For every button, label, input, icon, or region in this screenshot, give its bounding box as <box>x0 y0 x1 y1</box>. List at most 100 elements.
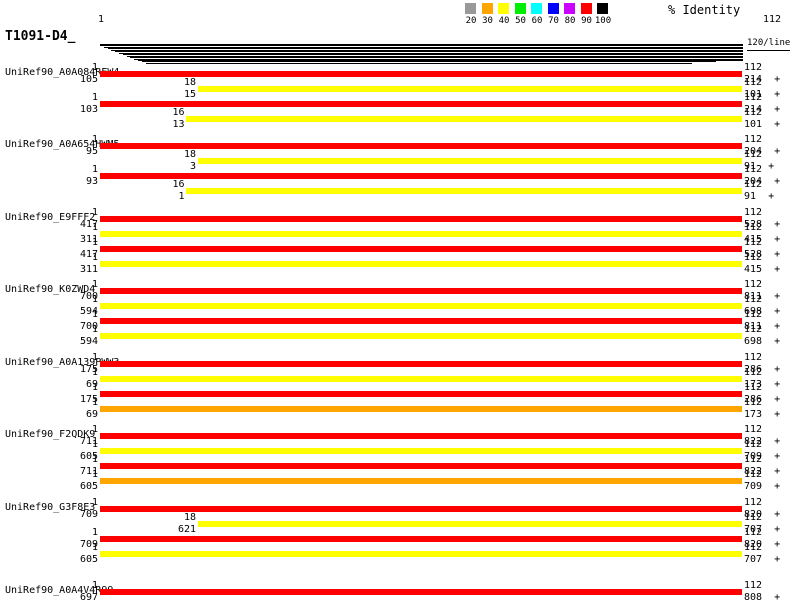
query-start-label: 1 <box>91 382 98 393</box>
query-end-label: 112 <box>744 164 763 175</box>
hit-start-label: 621 <box>177 524 197 535</box>
alignment-bar[interactable] <box>100 303 742 309</box>
legend-swatch-100 <box>597 3 608 14</box>
query-start-label: 1 <box>91 222 98 233</box>
hit-end-label: 101 + <box>744 119 781 130</box>
query-start-label: 1 <box>91 439 98 450</box>
hit-end-label: 698 + <box>744 336 781 347</box>
query-start-label: 1 <box>91 454 98 465</box>
hit-end-label: 707 + <box>744 554 781 565</box>
hit-start-label: 13 <box>172 119 185 130</box>
legend-swatch-80 <box>564 3 575 14</box>
query-start-label: 1 <box>91 497 98 508</box>
legend-swatch-30 <box>481 3 493 14</box>
query-start-label: 1 <box>91 309 98 320</box>
alignment-bar[interactable] <box>100 288 742 294</box>
query-end-label: 112 <box>744 252 763 263</box>
query-start-label: 18 <box>183 77 197 88</box>
alignment-bar[interactable] <box>100 361 742 367</box>
query-start-label: 1 <box>91 580 98 591</box>
alignment-bar[interactable] <box>100 433 742 439</box>
query-start-label: 1 <box>91 527 98 538</box>
legend-swatch-60 <box>531 3 542 14</box>
alignment-bar[interactable] <box>100 231 742 237</box>
alignment-bar[interactable] <box>100 551 742 557</box>
query-start-label: 1 <box>91 294 98 305</box>
hit-end-label: 808 + <box>744 592 781 600</box>
query-end-label: 112 <box>744 207 763 218</box>
legend-swatch-40 <box>498 3 509 14</box>
query-start-label: 1 <box>91 352 98 363</box>
alignment-bar[interactable] <box>198 86 742 92</box>
query-start-label: 1 <box>91 62 98 73</box>
query-start-label: 1 <box>91 279 98 290</box>
hit-start-label: 105 <box>79 74 98 85</box>
query-start-label: 1 <box>91 92 98 103</box>
query-end-label: 112 <box>744 367 763 378</box>
alignment-bar[interactable] <box>186 116 742 122</box>
hit-end-label: 91 + <box>744 191 775 202</box>
alignment-bar[interactable] <box>100 333 742 339</box>
hit-start-label: 93 <box>85 176 98 187</box>
query-start-label: 16 <box>172 107 185 118</box>
query-start-label: 1 <box>91 367 98 378</box>
alignment-bar[interactable] <box>100 101 742 107</box>
alignment-bar[interactable] <box>100 536 742 542</box>
alignment-bar[interactable] <box>100 506 742 512</box>
query-end-label: 112 <box>744 527 763 538</box>
hit-start-label: 69 <box>85 409 98 420</box>
alignment-bar[interactable] <box>100 589 742 595</box>
legend-bin-label: 100 <box>594 16 612 26</box>
query-end-label: 112 <box>744 324 763 335</box>
legend-swatch-50 <box>514 3 526 14</box>
query-start-label: 18 <box>183 512 197 523</box>
alignment-bar[interactable] <box>100 478 742 484</box>
query-start-label: 1 <box>91 324 98 335</box>
hit-start-label: 103 <box>79 104 98 115</box>
query-title: T1091-D4_ <box>5 29 76 44</box>
query-end-label: 112 <box>744 512 763 523</box>
query-start-label: 18 <box>183 149 197 160</box>
hit-end-label: 709 + <box>744 481 781 492</box>
query-start-label: 1 <box>91 424 98 435</box>
hit-end-label: 415 + <box>744 264 781 275</box>
query-start-label: 16 <box>172 179 185 190</box>
query-start-coordinate: 1 <box>98 14 105 25</box>
alignment-bar[interactable] <box>100 391 742 397</box>
alignment-bar[interactable] <box>100 143 742 149</box>
alignment-bar[interactable] <box>100 261 742 267</box>
alignment-overview: T1091-D4_ % Identity 20 30 40 50 60 70 80 90 100… <box>0 0 800 600</box>
hit-start-label: 3 <box>189 161 197 172</box>
legend-swatch-20 <box>465 3 476 14</box>
query-end-label: 112 <box>744 149 763 160</box>
query-end-label: 112 <box>744 179 763 190</box>
hit-start-label: 605 <box>79 554 98 565</box>
query-end-label: 112 <box>744 134 763 145</box>
hit-start-label: 594 <box>79 336 98 347</box>
alignment-bar[interactable] <box>100 376 742 382</box>
alignment-bar[interactable] <box>100 463 742 469</box>
alignment-bar[interactable] <box>198 158 742 164</box>
query-end-coordinate: 112 <box>763 14 782 25</box>
alignment-bar[interactable] <box>100 246 742 252</box>
legend-swatch-90 <box>580 3 592 14</box>
query-start-label: 1 <box>91 164 98 175</box>
alignment-bar[interactable] <box>100 406 742 412</box>
alignment-bar[interactable] <box>100 173 742 179</box>
alignment-bar[interactable] <box>186 188 742 194</box>
query-end-label: 112 <box>744 397 763 408</box>
alignment-bar[interactable] <box>100 71 742 77</box>
query-end-label: 112 <box>744 439 763 450</box>
alignment-bar[interactable] <box>100 448 742 454</box>
residues-per-line-label: 120/line <box>747 38 791 51</box>
alignment-bar[interactable] <box>100 318 742 324</box>
alignment-bar[interactable] <box>198 521 742 527</box>
query-end-label: 112 <box>744 580 763 591</box>
alignment-bar[interactable] <box>100 216 742 222</box>
query-start-label: 1 <box>91 397 98 408</box>
query-end-label: 112 <box>744 469 763 480</box>
query-end-label: 112 <box>744 222 763 233</box>
query-end-label: 112 <box>744 279 763 290</box>
query-end-label: 112 <box>744 92 763 103</box>
query-start-label: 1 <box>91 542 98 553</box>
